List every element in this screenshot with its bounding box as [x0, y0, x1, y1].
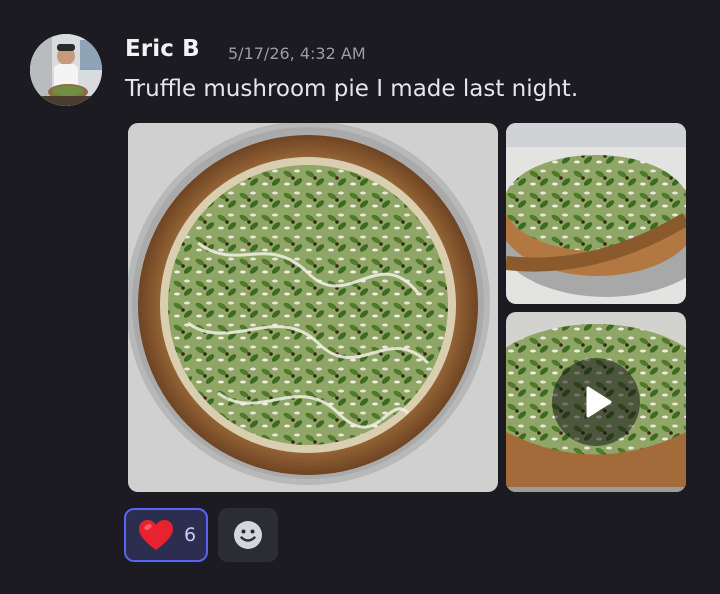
- smiley-icon: [234, 521, 262, 549]
- reaction-heart[interactable]: 6: [124, 508, 208, 562]
- heart-icon: [139, 520, 173, 550]
- message-timestamp: 5/17/26, 4:32 AM: [228, 44, 366, 63]
- pizza-side-view-image: [506, 123, 686, 304]
- author-name[interactable]: Eric B: [125, 36, 200, 62]
- attachment-image-side[interactable]: [506, 123, 686, 304]
- chat-message: Eric B 5/17/26, 4:32 AM Truffle mushroom…: [0, 0, 720, 594]
- author-avatar[interactable]: [30, 34, 102, 106]
- play-icon: [586, 386, 612, 418]
- play-button[interactable]: [552, 358, 640, 446]
- attachment-image-main[interactable]: [128, 123, 498, 492]
- pizza-top-view-image: [128, 123, 498, 492]
- chef-avatar-icon: [30, 34, 102, 106]
- message-text: Truffle mushroom pie I made last night.: [125, 76, 579, 102]
- add-reaction-button[interactable]: [218, 508, 278, 562]
- attachment-video[interactable]: [506, 312, 686, 492]
- reaction-count: 6: [184, 524, 197, 546]
